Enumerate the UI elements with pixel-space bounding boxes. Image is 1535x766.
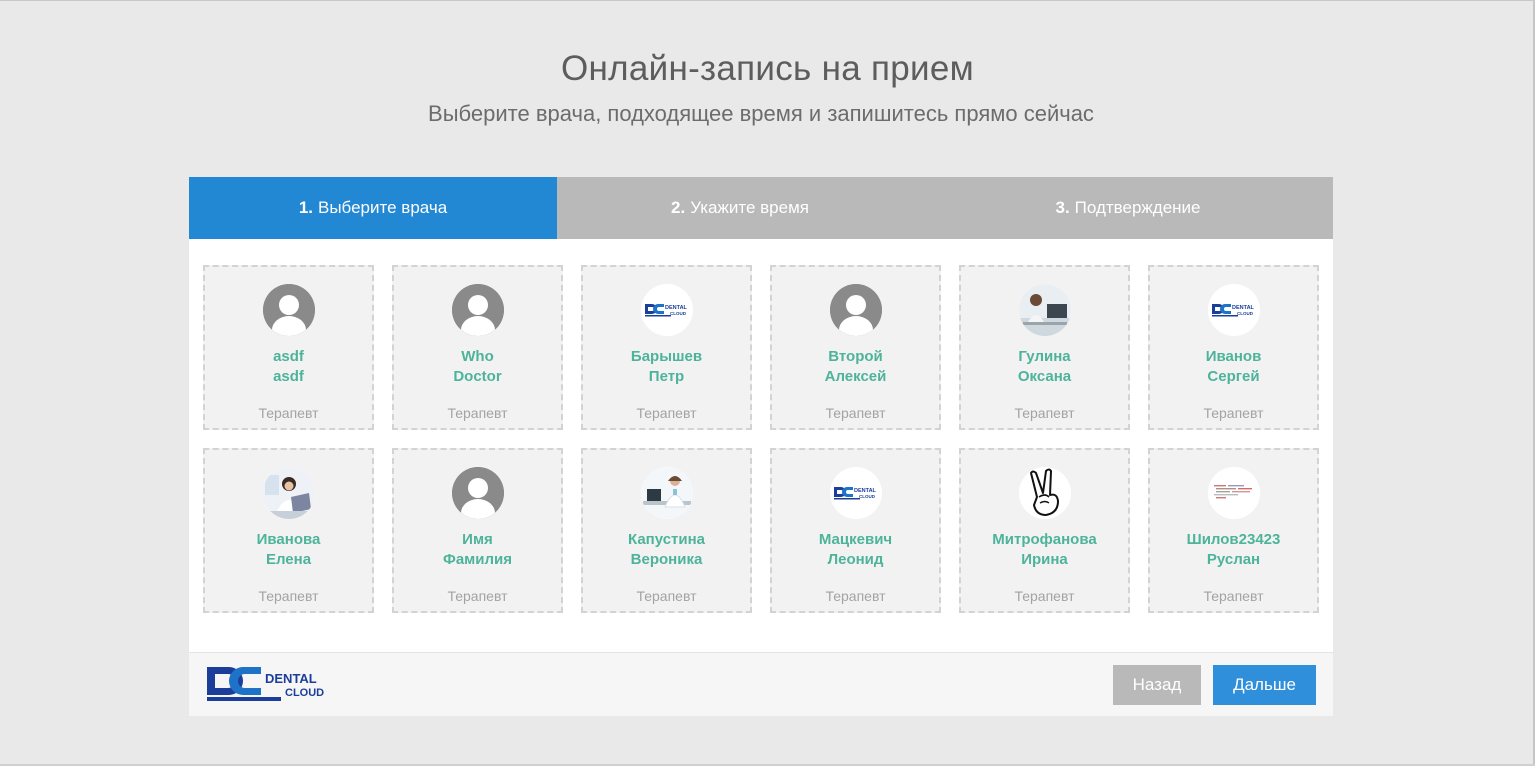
doctor-avatar: DENTAL CLOUD: [829, 467, 882, 519]
doctor-card[interactable]: DENTAL CLOUD Мацкевич Леонид Терапевт: [770, 448, 941, 613]
doctor-specialty: Терапевт: [1203, 588, 1264, 604]
doctor-name: Капустина Вероника: [583, 530, 750, 570]
doctor-name: Гулина Оксана: [961, 347, 1128, 387]
panel-footer: DENTAL CLOUD Назад Дальше: [189, 652, 1333, 716]
doctor-specialty: Терапевт: [636, 405, 697, 421]
doctor-card[interactable]: Иванова Елена Терапевт: [203, 448, 374, 613]
doctor-name: Шилов23423 Руслан: [1150, 530, 1317, 570]
doctor-specialty: Терапевт: [1203, 405, 1264, 421]
doctor-given-name: Сергей: [1207, 368, 1260, 385]
default-avatar-icon: [262, 284, 315, 336]
doctor-surname: Иванов: [1205, 348, 1262, 365]
doctor-specialty: Терапевт: [447, 405, 508, 421]
doctor-card[interactable]: Второй Алексей Терапевт: [770, 265, 941, 430]
doctor-given-name: Алексей: [824, 368, 887, 385]
doctor-given-name: Doctor: [453, 368, 502, 385]
step-number: 1.: [298, 198, 313, 217]
booking-panel: 1. Выберите врача 2. Укажите время 3. По…: [189, 177, 1333, 716]
doctor-name: Иванов Сергей: [1150, 347, 1317, 387]
doctor-given-name: Вероника: [630, 551, 703, 568]
doctor-avatar: DENTAL CLOUD: [1207, 284, 1260, 336]
doctor-specialty: Терапевт: [825, 588, 886, 604]
doctor-specialty: Терапевт: [258, 405, 319, 421]
default-avatar-icon: [829, 284, 882, 336]
logo-text-cloud: CLOUD: [285, 687, 324, 699]
doctor-avatar: DENTAL CLOUD: [640, 284, 693, 336]
doctor-card[interactable]: DENTAL CLOUD Иванов Сергей Терапевт: [1148, 265, 1319, 430]
doctor-given-name: Елена: [265, 551, 312, 568]
doctor-card[interactable]: Who Doctor Терапевт: [392, 265, 563, 430]
doctor-surname: Иванова: [256, 531, 321, 548]
doctor-specialty: Терапевт: [636, 588, 697, 604]
doctor-surname: Мацкевич: [818, 531, 893, 548]
doctor-name: Иванова Елена: [205, 530, 372, 570]
default-avatar-icon: [451, 284, 504, 336]
doctor-card[interactable]: asdf asdf Терапевт: [203, 265, 374, 430]
step-label: Выберите врача: [318, 198, 448, 217]
wizard-steps: 1. Выберите врача 2. Укажите время 3. По…: [189, 177, 1333, 239]
next-button[interactable]: Дальше: [1213, 665, 1316, 705]
doctor-avatar: [1018, 467, 1071, 519]
doctor-name: asdf asdf: [205, 347, 372, 387]
doctor-avatar: [1018, 284, 1071, 336]
doctor-name: Мацкевич Леонид: [772, 530, 939, 570]
doctor-surname: Второй: [828, 348, 883, 365]
doctor-given-name: Леонид: [827, 551, 884, 568]
doctor-surname: Шилов23423: [1186, 531, 1281, 548]
step-label: Подтверждение: [1074, 198, 1201, 217]
doctor-card[interactable]: DENTAL CLOUD Барышев Петр Терапевт: [581, 265, 752, 430]
doctor-specialty: Терапевт: [258, 588, 319, 604]
step-choose-time[interactable]: 2. Укажите время: [557, 177, 923, 239]
doctor-name: Митрофанова Ирина: [961, 530, 1128, 570]
step-number: 3.: [1055, 198, 1070, 217]
doctor-given-name: Петр: [648, 368, 685, 385]
doctor-specialty: Терапевт: [1014, 588, 1075, 604]
doctor-given-name: Руслан: [1206, 551, 1261, 568]
step-label: Укажите время: [690, 198, 809, 217]
dental-cloud-logo: DENTAL CLOUD: [207, 667, 324, 701]
svg-text:CLOUD: CLOUD: [859, 494, 876, 499]
doctor-avatar: [640, 467, 693, 519]
doctor-name: Барышев Петр: [583, 347, 750, 387]
page-subtitle: Выберите врача, подходящее время и запиш…: [428, 101, 1094, 126]
doctor-surname: Гулина: [1018, 348, 1071, 365]
doctor-card[interactable]: Шилов23423 Руслан Терапевт: [1148, 448, 1319, 613]
doctor-avatar: [1207, 467, 1260, 519]
step-choose-doctor[interactable]: 1. Выберите врача: [189, 177, 557, 239]
doctor-given-name: Фамилия: [443, 551, 512, 568]
logo-text-dental: DENTAL: [265, 671, 317, 686]
doctor-card[interactable]: Капустина Вероника Терапевт: [581, 448, 752, 613]
doctor-surname: Митрофанова: [992, 531, 1097, 548]
doctor-specialty: Терапевт: [825, 405, 886, 421]
doctor-card[interactable]: Имя Фамилия Терапевт: [392, 448, 563, 613]
doctor-given-name: Ирина: [1021, 551, 1068, 568]
step-confirmation[interactable]: 3. Подтверждение: [923, 177, 1333, 239]
doctor-surname: Who: [461, 348, 494, 365]
back-button[interactable]: Назад: [1113, 665, 1201, 705]
step-number: 2.: [671, 198, 686, 217]
doctor-card[interactable]: Гулина Оксана Терапевт: [959, 265, 1130, 430]
default-avatar-icon: [451, 467, 504, 519]
doctor-name: Второй Алексей: [772, 347, 939, 387]
doctor-given-name: asdf: [273, 368, 304, 385]
doctor-given-name: Оксана: [1017, 368, 1072, 385]
svg-text:CLOUD: CLOUD: [1237, 311, 1254, 316]
doctor-name: Who Doctor: [394, 347, 561, 387]
doctor-specialty: Терапевт: [447, 588, 508, 604]
doctor-card[interactable]: Митрофанова Ирина Терапевт: [959, 448, 1130, 613]
doctor-surname: Имя: [462, 531, 493, 548]
doctor-name: Имя Фамилия: [394, 530, 561, 570]
doctor-surname: asdf: [273, 348, 304, 365]
svg-text:CLOUD: CLOUD: [670, 311, 687, 316]
doctor-surname: Капустина: [627, 531, 706, 548]
doctor-avatar: [262, 467, 315, 519]
doctor-surname: Барышев: [630, 348, 703, 365]
doctor-grid: asdf asdf Терапевт Who Doctor Терапевт DENTAL C…: [203, 265, 1319, 613]
page-title: Онлайн-запись на прием: [560, 49, 975, 88]
doctor-specialty: Терапевт: [1014, 405, 1075, 421]
